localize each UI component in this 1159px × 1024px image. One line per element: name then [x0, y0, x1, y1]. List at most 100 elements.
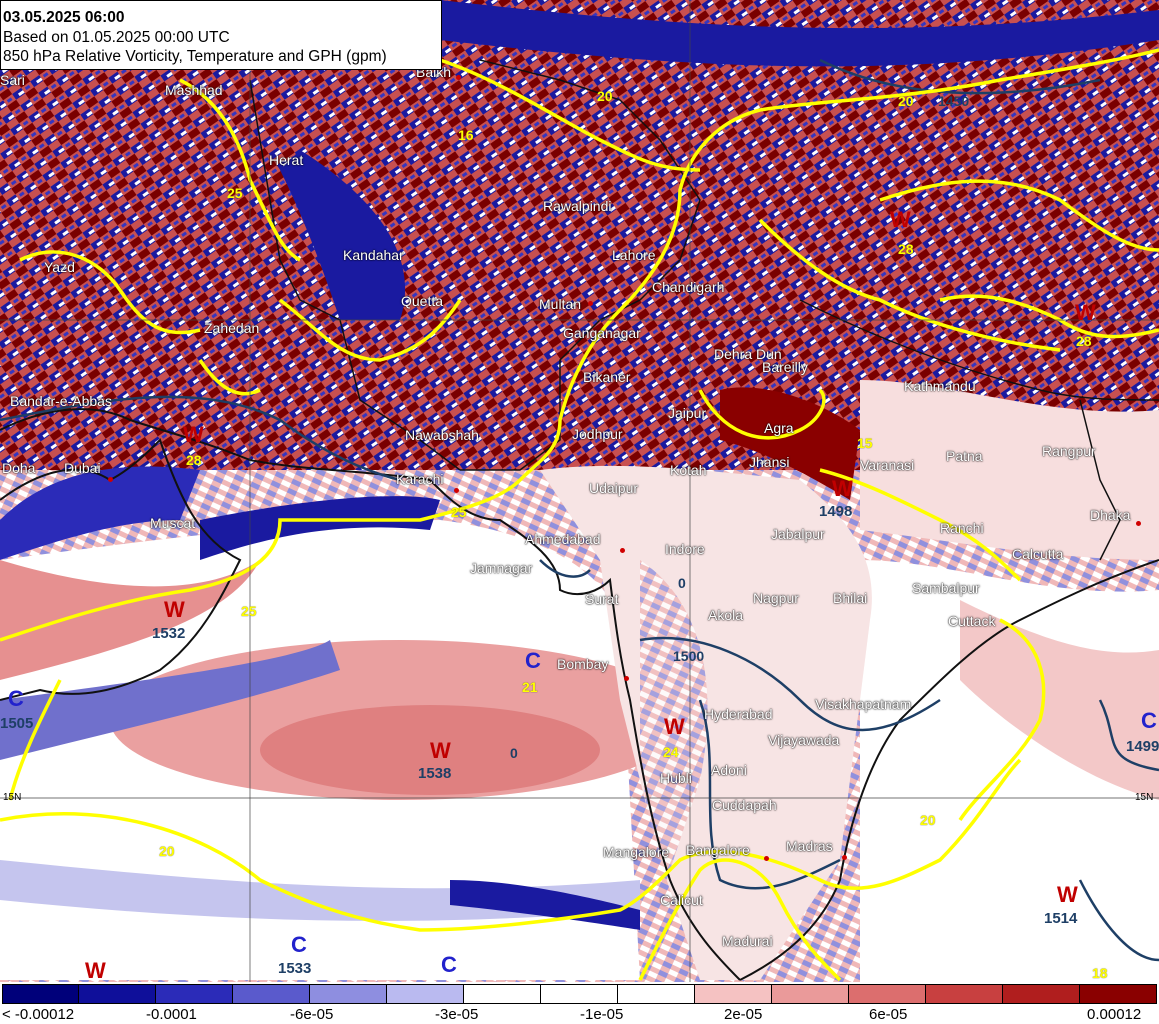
colorbar-label: -6e-05: [290, 1006, 334, 1023]
colorbar-swatch: [387, 984, 464, 1004]
city-label: Rawalpindi: [543, 198, 612, 214]
city-dot: [454, 488, 459, 493]
city-label: Madras: [786, 838, 833, 854]
temperature-label: 28: [1076, 333, 1092, 349]
city-label: Doha: [2, 460, 36, 476]
city-label: Nawabshah: [405, 427, 479, 443]
gph-label: 1450: [938, 93, 970, 109]
city-label: Jodhpur: [572, 426, 623, 442]
warm-center-value: 1514: [1044, 910, 1078, 927]
cold-center-mark: C: [291, 932, 307, 957]
city-label: Rangpur: [1042, 443, 1096, 459]
city-label: Bareilly: [762, 359, 808, 375]
temperature-label: 25: [227, 185, 243, 201]
warm-center-value: 1532: [152, 625, 186, 642]
warm-center-mark: W: [164, 597, 185, 622]
colorbar-swatch: [695, 984, 772, 1004]
city-label: Zahedan: [204, 320, 260, 336]
colorbar-label: -1e-05: [580, 1006, 624, 1023]
cold-center-mark: C: [441, 952, 457, 977]
city-dot: [108, 477, 113, 482]
city-label: Mangalore: [603, 844, 670, 860]
colorbar-swatch: [926, 984, 1003, 1004]
temperature-label: 25: [451, 504, 467, 520]
city-label: Indore: [665, 541, 705, 557]
city-label: Calicut: [660, 892, 703, 908]
warm-center-mark: W: [1057, 882, 1078, 907]
city-label: Herat: [269, 152, 304, 168]
colorbar-label: < -0.00012: [2, 1006, 75, 1023]
colorbar-swatch: [1003, 984, 1080, 1004]
temperature-label: 15: [857, 435, 873, 451]
city-label: Karachi: [396, 471, 444, 487]
warm-center-value: 1538: [418, 765, 452, 782]
city-label: Jabalpur: [771, 526, 825, 542]
lat-label-right: 15N: [1135, 792, 1154, 803]
city-label: Sambalpur: [912, 580, 980, 596]
warm-center-mark: W: [890, 207, 911, 232]
city-label: Kotah: [670, 462, 707, 478]
city-label: Kandahar: [343, 247, 404, 263]
city-label: Chandigarh: [652, 279, 725, 295]
lat-label-left: 15N: [3, 792, 22, 803]
city-dot: [456, 75, 461, 80]
gph-label: 0: [510, 745, 518, 761]
temperature-label: 20: [920, 812, 936, 828]
field-name: 850 hPa Relative Vorticity, Temperature …: [3, 48, 387, 65]
city-label: Ranchi: [940, 520, 984, 536]
vorticity-field: [0, 0, 1159, 982]
colorbar-label: 0.00012: [1087, 1006, 1142, 1023]
city-label: Ganganagar: [563, 325, 641, 341]
city-label: Jamnagar: [470, 560, 533, 576]
city-label: Agra: [764, 420, 794, 436]
city-label: Lahore: [612, 247, 656, 263]
cold-center-mark: C: [1141, 708, 1157, 733]
warm-center-mark: W: [832, 476, 853, 501]
city-label: Madurai: [722, 933, 773, 949]
warm-center-value: 1498: [819, 503, 853, 520]
city-label: Jaipur: [668, 405, 707, 421]
city-label: Hubli: [660, 770, 692, 786]
cold-center-value: 1505: [0, 715, 34, 732]
cold-center-mark: C: [525, 648, 541, 673]
temperature-label: 28: [186, 452, 202, 468]
city-label: Bikaner: [583, 369, 631, 385]
warm-center-mark: W: [85, 958, 106, 982]
colorbar-swatch: [233, 984, 310, 1004]
colorbar-label: -0.0001: [146, 1006, 197, 1023]
city-label: Surat: [585, 591, 619, 607]
city-label: Muscat: [150, 515, 196, 531]
city-label: Dhaka: [1090, 507, 1131, 523]
city-label: Yazd: [44, 259, 75, 275]
colorbar: < -0.00012 -0.0001 -6e-05 -3e-05 -1e-05 …: [0, 982, 1159, 1024]
city-dot: [588, 301, 593, 306]
city-label: Kathmandu: [904, 378, 976, 394]
city-dot: [842, 855, 847, 860]
city-label: Cuddapah: [712, 797, 777, 813]
colorbar-swatch: [1080, 984, 1157, 1004]
temperature-label: 20: [898, 93, 914, 109]
warm-center-mark: W: [430, 738, 451, 763]
warm-center-mark: W: [183, 422, 204, 447]
colorbar-label: -3e-05: [435, 1006, 479, 1023]
city-label: Bombay: [557, 656, 609, 672]
temperature-label: 24: [663, 744, 679, 760]
based-on: Based on 01.05.2025 00:00 UTC: [3, 28, 230, 46]
colorbar-swatch: [2, 984, 79, 1004]
warm-center-mark: W: [664, 714, 685, 739]
gph-label: 0: [678, 575, 686, 591]
temperature-label: 21: [522, 679, 538, 695]
city-label: Mashhad: [165, 82, 223, 98]
temperature-label: 25: [241, 603, 257, 619]
temperature-label: 16: [458, 127, 474, 143]
city-label: Sari: [0, 72, 25, 88]
colorbar-swatch: [618, 984, 695, 1004]
city-label: Akola: [708, 607, 744, 623]
city-label: Patna: [946, 448, 983, 464]
gph-label: 1500: [673, 648, 705, 664]
city-label: Quetta: [401, 293, 444, 309]
city-label: Multan: [539, 296, 582, 312]
colorbar-label: 6e-05: [869, 1006, 908, 1023]
colorbar-swatch: [156, 984, 233, 1004]
city-label: Hyderabad: [704, 706, 773, 722]
